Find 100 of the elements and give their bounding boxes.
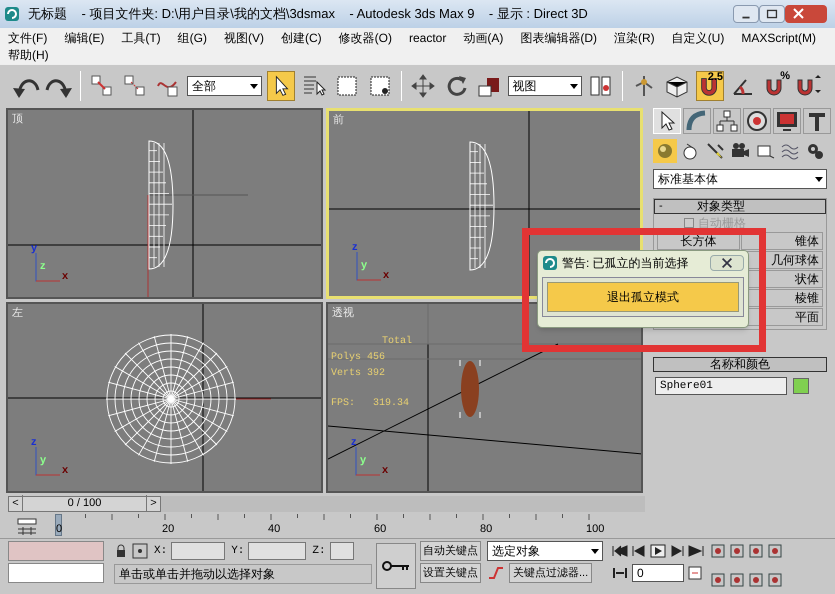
app-logo-icon	[542, 255, 558, 271]
axis-label: y	[40, 455, 46, 466]
tick-label: 100	[586, 523, 604, 535]
stats-text: FPS: 319.34	[331, 398, 410, 410]
ellipsoid-drawing	[459, 359, 481, 419]
dropdown-value: 全部	[191, 78, 216, 94]
tick-label: 60	[374, 523, 386, 535]
menu-item[interactable]: 帮助(H)	[8, 47, 49, 64]
viewport-label: 左	[12, 306, 23, 321]
dropdown-value: 选定对象	[491, 543, 540, 560]
toolbar-button[interactable]: %	[762, 70, 790, 100]
color-swatch[interactable]	[793, 378, 809, 394]
toolbar-button[interactable]: 2.5	[696, 70, 724, 100]
menu-item[interactable]: 修改器(O)	[338, 30, 392, 47]
menu-item[interactable]: 动画(A)	[463, 30, 504, 47]
snap-label: 2.5	[708, 72, 723, 82]
axis-label: z	[352, 242, 358, 253]
rollout-header[interactable]: 名称和颜色	[653, 357, 827, 372]
menu-item[interactable]: 渲染(R)	[614, 30, 655, 47]
dropdown-value: 视图	[512, 78, 536, 94]
tick-label: 20	[162, 523, 174, 535]
minimize-button[interactable]	[733, 5, 759, 23]
axis-label: z	[31, 437, 36, 448]
rollout-header[interactable]: - 对象类型	[654, 199, 826, 214]
menu-item[interactable]: MAXScript(M)	[741, 30, 816, 47]
viewport-label: 顶	[12, 112, 23, 127]
stats-text: Polys 456	[331, 352, 386, 364]
rollout-title: 名称和颜色	[710, 358, 770, 371]
dropdown[interactable]: 全部	[187, 76, 262, 96]
menu-item[interactable]: 创建(C)	[280, 30, 322, 47]
time-slider-thumb[interactable]	[55, 514, 62, 536]
menu-item[interactable]: reactor	[408, 30, 446, 47]
tick-label: 80	[480, 523, 492, 535]
stats-text: Total	[381, 336, 412, 348]
toolbar-button[interactable]	[266, 70, 294, 100]
tick-label: 40	[268, 523, 280, 535]
play-icon[interactable]	[649, 544, 667, 558]
axis-label: x	[383, 270, 390, 281]
viewport-label: 前	[333, 113, 344, 128]
viewport-label: 透视	[332, 306, 354, 321]
go-to-end-icon[interactable]	[687, 544, 705, 558]
panel-tab[interactable]	[803, 108, 831, 134]
menu-item[interactable]: 自定义(U)	[672, 30, 724, 47]
tangent-curve-icon[interactable]	[487, 564, 505, 582]
axis-label: y	[360, 455, 366, 466]
axis-label: x	[382, 465, 388, 476]
collapse-sign: -	[659, 199, 664, 214]
axis-label: x	[62, 271, 68, 282]
panel-tab[interactable]	[713, 108, 741, 134]
axis-label: x	[62, 465, 68, 476]
panel-tab[interactable]	[743, 108, 771, 134]
snap-label: %	[780, 70, 790, 82]
axis-label: y	[31, 243, 38, 254]
coordinate-field[interactable]	[248, 542, 306, 560]
menu-item[interactable]: 工具(T)	[121, 30, 161, 47]
key-button[interactable]	[376, 543, 416, 589]
rollout-title: 对象类型	[697, 200, 745, 213]
menu-item[interactable]: 编辑(E)	[64, 30, 104, 47]
frame-field[interactable]: 0	[632, 564, 684, 582]
menu-item[interactable]: 组(G)	[178, 30, 207, 47]
menu-item[interactable]: 图表编辑器(D)	[520, 30, 598, 47]
menu-item[interactable]: 视图(V)	[224, 30, 264, 47]
checkbox[interactable]	[684, 218, 694, 228]
auto-key-button[interactable]: 自动关键点	[420, 541, 481, 561]
coordinate-label: Y:	[231, 544, 244, 559]
key-filters-button[interactable]: 关键点过滤器...	[509, 563, 592, 583]
hierarchy-icon	[714, 108, 740, 134]
set-key-button[interactable]: 设置关键点	[420, 563, 481, 583]
lock-icon[interactable]	[114, 544, 128, 558]
time-slider[interactable]: < 0 / 100 >	[8, 496, 161, 512]
frame-counter: 0 / 100	[66, 496, 102, 512]
dropdown[interactable]: 标准基本体	[653, 169, 827, 189]
dropdown-value: 标准基本体	[657, 171, 718, 188]
listener-field[interactable]	[8, 563, 104, 583]
crosshair-icon[interactable]	[132, 543, 148, 559]
tick-label: 0	[56, 523, 62, 535]
maximize-button[interactable]	[759, 5, 785, 23]
name-field[interactable]: Sphere01	[655, 377, 787, 395]
panel-tab[interactable]	[773, 108, 801, 134]
prompt-text: 单击或单击并拖动以选择对象	[114, 564, 372, 584]
app-logo-icon	[4, 6, 20, 22]
dropdown[interactable]: 选定对象	[487, 541, 603, 561]
key-icon	[381, 559, 411, 573]
time-slider-track[interactable]: < 0 / 100 >	[8, 496, 645, 512]
wheel-icon	[744, 108, 770, 134]
coordinate-label: Z:	[312, 544, 326, 559]
dropdown[interactable]: 视图	[508, 76, 582, 96]
coordinate-field[interactable]	[330, 542, 354, 560]
go-to-start-icon[interactable]	[611, 544, 629, 558]
menu-item[interactable]: 文件(F)	[8, 30, 48, 47]
axis-label: z	[351, 437, 356, 448]
stats-text: Verts 392	[331, 368, 386, 380]
coordinate-field[interactable]	[171, 542, 226, 560]
move-arrows-icon	[408, 72, 436, 100]
axis-label: z	[40, 261, 46, 272]
close-button[interactable]	[785, 5, 827, 23]
exit-isolation-button[interactable]: 退出孤立模式	[547, 282, 739, 312]
listener-field[interactable]	[8, 541, 104, 561]
close-icon[interactable]	[710, 255, 744, 271]
axis-label: y	[361, 260, 368, 271]
